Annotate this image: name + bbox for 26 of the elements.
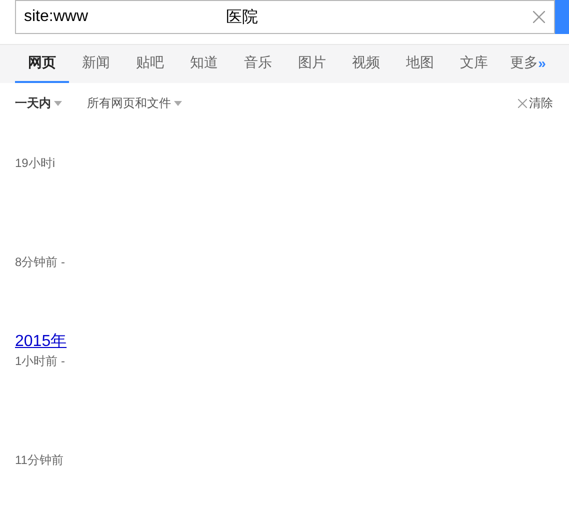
nav-tab[interactable]: 图片 [285, 45, 339, 83]
time-filter[interactable]: 一天内 [15, 94, 62, 112]
result-time: 8分钟前 - [15, 255, 66, 269]
clear-filter[interactable]: 清除 [518, 94, 553, 112]
caret-icon [174, 100, 182, 106]
scope-filter[interactable]: 所有网页和文件 [87, 94, 182, 112]
nav-tab[interactable]: 文库 [447, 45, 501, 83]
result-time: 19小时i [15, 156, 56, 170]
clear-label[interactable]: 清除 [529, 94, 553, 112]
nav-tab[interactable]: 新闻 [69, 45, 123, 83]
close-icon [518, 98, 527, 108]
query-text: site:www [24, 8, 88, 26]
nav-tab[interactable]: 贴吧 [123, 45, 177, 83]
nav-tab[interactable]: 视频 [339, 45, 393, 83]
nav-tab[interactable]: 地图 [393, 45, 447, 83]
nav-tab[interactable]: 更多» [501, 45, 555, 83]
query-text: 医院 [226, 8, 258, 28]
nav-tab[interactable]: 网页 [15, 45, 69, 83]
search-field[interactable]: site:www 医院 [15, 0, 555, 34]
result-time: 1小时前 - [15, 354, 66, 368]
nav-tab[interactable]: 音乐 [231, 45, 285, 83]
result-title-link[interactable]: 2015年 [15, 332, 554, 352]
result-time: 11分钟前 [15, 453, 64, 467]
caret-icon [54, 100, 62, 106]
close-icon[interactable] [533, 11, 545, 23]
nav-tab[interactable]: 知道 [177, 45, 231, 83]
